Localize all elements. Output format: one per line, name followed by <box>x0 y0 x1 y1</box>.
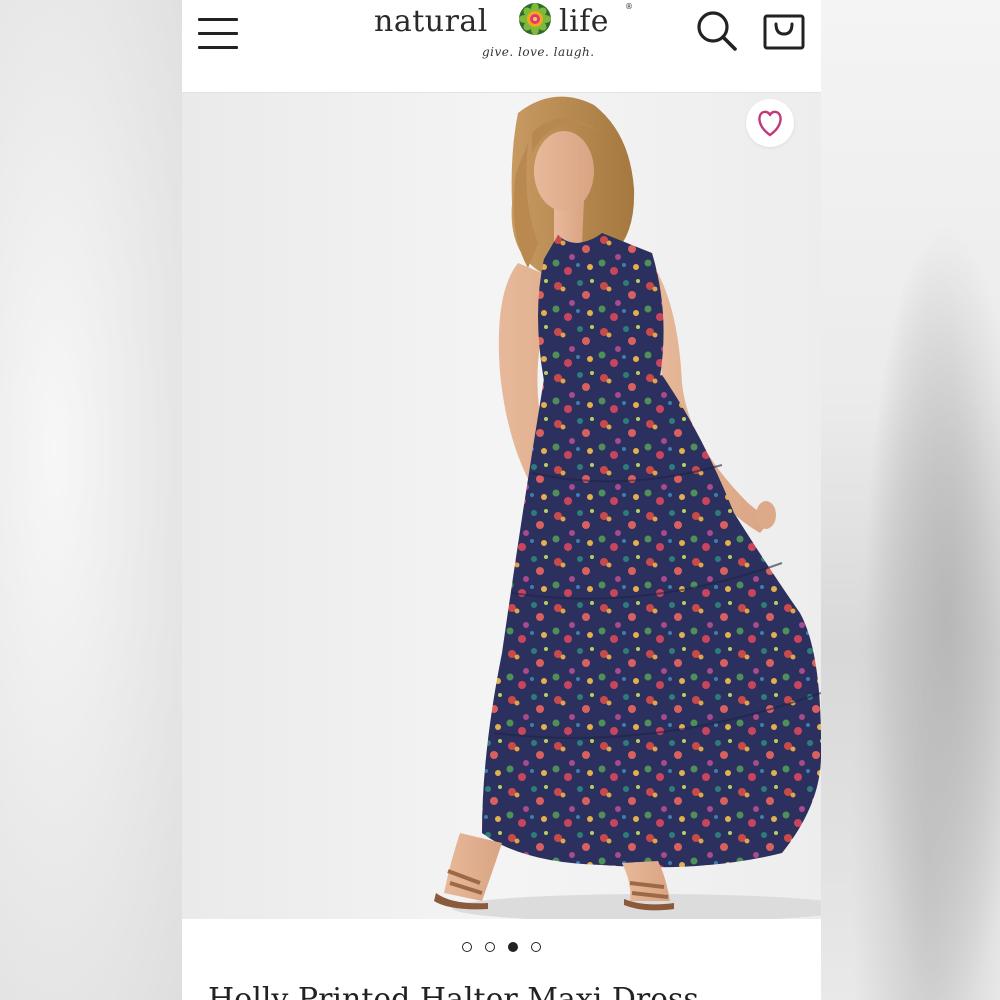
wishlist-button[interactable] <box>746 99 794 147</box>
logo-word-natural: natural <box>374 4 488 39</box>
hamburger-menu-icon-bar <box>198 32 238 35</box>
flower-logo-icon <box>519 3 551 35</box>
blurred-background-right <box>820 0 1000 1000</box>
menu-button[interactable] <box>198 16 240 52</box>
cart-button[interactable] <box>762 10 808 54</box>
mobile-page: natural life ® give. love. laugh. Holly … <box>182 0 821 1000</box>
logo-tagline: give. love. laugh. <box>482 45 595 59</box>
gallery-dot-1[interactable] <box>462 942 472 952</box>
search-icon <box>697 11 737 51</box>
blurred-background-left <box>0 0 182 1000</box>
hamburger-menu-icon-bar <box>198 46 238 49</box>
shopping-bag-icon <box>763 14 805 50</box>
gallery-dot-3-active[interactable] <box>508 942 518 952</box>
logo-trademark: ® <box>625 2 633 11</box>
heart-icon <box>758 110 782 137</box>
product-photo <box>182 93 821 919</box>
site-header: natural life ® give. love. laugh. <box>182 0 821 93</box>
gallery-dot-2[interactable] <box>485 942 495 952</box>
product-title: Holly Printed Halter Maxi Dress <box>208 982 699 1000</box>
logo-word-life: life <box>559 4 610 39</box>
product-image-gallery[interactable] <box>182 93 821 919</box>
search-button[interactable] <box>694 8 740 54</box>
natural-life-logo[interactable]: natural life ® give. love. laugh. <box>372 0 644 72</box>
hamburger-menu-icon <box>198 18 238 21</box>
gallery-pagination <box>182 930 821 964</box>
gallery-dot-4[interactable] <box>531 942 541 952</box>
